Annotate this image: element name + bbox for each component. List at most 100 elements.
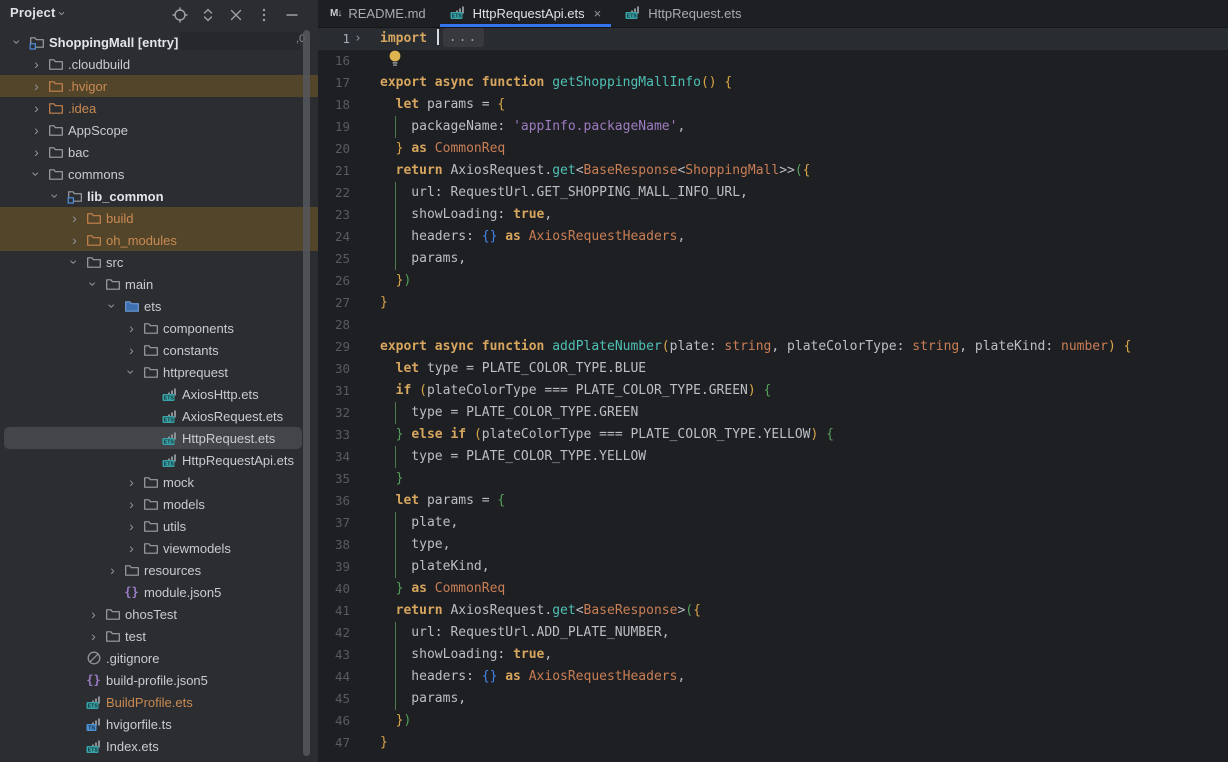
- code-line-30[interactable]: let type = PLATE_COLOR_TYPE.BLUE: [380, 358, 1228, 380]
- tree-item-httprequest-ets[interactable]: ETSHttpRequest.ets: [0, 427, 318, 449]
- code-line-29[interactable]: export async function addPlateNumber(pla…: [380, 336, 1228, 358]
- code-line-38[interactable]: type,: [380, 534, 1228, 556]
- fold-collapsed-icon[interactable]: ›: [354, 28, 374, 50]
- chevron-right-icon[interactable]: ›: [84, 603, 103, 625]
- code-line-43[interactable]: showLoading: true,: [380, 644, 1228, 666]
- code-line-37[interactable]: plate,: [380, 512, 1228, 534]
- code-line-35[interactable]: }: [380, 468, 1228, 490]
- chevron-right-icon[interactable]: ›: [27, 53, 46, 75]
- tree-item-resources[interactable]: ›resources: [0, 559, 318, 581]
- folded-region[interactable]: ...: [443, 28, 484, 47]
- project-panel-title[interactable]: Project›: [10, 5, 65, 20]
- chevron-right-icon[interactable]: ›: [27, 141, 46, 163]
- code-line-33[interactable]: } else if (plateColorType === PLATE_COLO…: [380, 424, 1228, 446]
- code-line-46[interactable]: }): [380, 710, 1228, 732]
- tree-item-ets[interactable]: ›ets: [0, 295, 318, 317]
- chevron-right-icon[interactable]: ›: [122, 493, 141, 515]
- more-options-icon[interactable]: [256, 7, 272, 23]
- tree-item-commons[interactable]: ›commons: [0, 163, 318, 185]
- tree-item-main[interactable]: ›main: [0, 273, 318, 295]
- tree-item-lib-common[interactable]: ›lib_common: [0, 185, 318, 207]
- tree-item-module-json5[interactable]: {}module.json5: [0, 581, 318, 603]
- code-content[interactable]: import ... export async function getShop…: [380, 28, 1228, 754]
- code-line-28[interactable]: [380, 314, 1228, 336]
- chevron-down-icon[interactable]: ›: [83, 275, 105, 294]
- tree-item-axiosrequest-ets[interactable]: ETSAxiosRequest.ets: [0, 405, 318, 427]
- tree-item-index-ets[interactable]: ETSIndex.ets: [0, 735, 318, 757]
- collapse-all-icon[interactable]: [228, 7, 244, 23]
- code-line-32[interactable]: type = PLATE_COLOR_TYPE.GREEN: [380, 402, 1228, 424]
- tree-item-test[interactable]: ›test: [0, 625, 318, 647]
- code-line-16[interactable]: [380, 50, 1228, 72]
- expand-all-icon[interactable]: [200, 7, 216, 23]
- chevron-down-icon[interactable]: ›: [45, 187, 67, 206]
- chevron-down-icon[interactable]: ›: [64, 253, 86, 272]
- code-line-1[interactable]: import ...: [380, 28, 1228, 50]
- tree-item-models[interactable]: ›models: [0, 493, 318, 515]
- tree-item-constants[interactable]: ›constants: [0, 339, 318, 361]
- tree-item-build-profile-json5[interactable]: {}build-profile.json5: [0, 669, 318, 691]
- tree-item-axioshttp-ets[interactable]: ETSAxiosHttp.ets: [0, 383, 318, 405]
- tree-item-shoppingmall-entry[interactable]: ›ShoppingMall [entry]: [0, 31, 318, 53]
- tree-item-components[interactable]: ›components: [0, 317, 318, 339]
- close-tab-icon[interactable]: ×: [594, 6, 602, 21]
- code-line-40[interactable]: } as CommonReq: [380, 578, 1228, 600]
- tree-item-gitignore[interactable]: .gitignore: [0, 647, 318, 669]
- code-line-39[interactable]: plateKind,: [380, 556, 1228, 578]
- chevron-right-icon[interactable]: ›: [27, 119, 46, 141]
- tree-item-buildprofile-ets[interactable]: ETSBuildProfile.ets: [0, 691, 318, 713]
- tab-readme-md[interactable]: M↓ README.md: [318, 0, 438, 27]
- code-line-27[interactable]: }: [380, 292, 1228, 314]
- code-line-19[interactable]: packageName: 'appInfo.packageName',: [380, 116, 1228, 138]
- code-line-47[interactable]: }: [380, 732, 1228, 754]
- code-line-24[interactable]: headers: {} as AxiosRequestHeaders,: [380, 226, 1228, 248]
- code-line-36[interactable]: let params = {: [380, 490, 1228, 512]
- chevron-right-icon[interactable]: ›: [103, 559, 122, 581]
- code-line-17[interactable]: export async function getShoppingMallInf…: [380, 72, 1228, 94]
- code-line-25[interactable]: params,: [380, 248, 1228, 270]
- tree-item-httprequestapi-ets[interactable]: ETSHttpRequestApi.ets: [0, 449, 318, 471]
- tree-item-utils[interactable]: ›utils: [0, 515, 318, 537]
- code-line-45[interactable]: params,: [380, 688, 1228, 710]
- tree-item-build[interactable]: ›build: [0, 207, 318, 229]
- tree-item-src[interactable]: ›src: [0, 251, 318, 273]
- code-line-42[interactable]: url: RequestUrl.ADD_PLATE_NUMBER,: [380, 622, 1228, 644]
- chevron-right-icon[interactable]: ›: [27, 75, 46, 97]
- tree-item-hvigorfile-ts[interactable]: TShvigorfile.ts: [0, 713, 318, 735]
- chevron-right-icon[interactable]: ›: [122, 339, 141, 361]
- tree-item-bac[interactable]: ›bac: [0, 141, 318, 163]
- code-line-21[interactable]: return AxiosRequest.get<BaseResponse<Sho…: [380, 160, 1228, 182]
- tree-item-appscope[interactable]: ›AppScope: [0, 119, 318, 141]
- code-line-18[interactable]: let params = {: [380, 94, 1228, 116]
- chevron-right-icon[interactable]: ›: [84, 625, 103, 647]
- chevron-right-icon[interactable]: ›: [65, 207, 84, 229]
- tree-item-httprequest[interactable]: ›httprequest: [0, 361, 318, 383]
- locate-icon[interactable]: [172, 7, 188, 23]
- code-line-20[interactable]: } as CommonReq: [380, 138, 1228, 160]
- tree-item-hvigor[interactable]: ›.hvigor: [0, 75, 318, 97]
- tree-item-idea[interactable]: ›.idea: [0, 97, 318, 119]
- chevron-right-icon[interactable]: ›: [122, 515, 141, 537]
- tree-item-ohostest[interactable]: ›ohosTest: [0, 603, 318, 625]
- chevron-right-icon[interactable]: ›: [122, 537, 141, 559]
- code-line-34[interactable]: type = PLATE_COLOR_TYPE.YELLOW: [380, 446, 1228, 468]
- project-scrollbar[interactable]: [303, 30, 310, 756]
- code-line-23[interactable]: showLoading: true,: [380, 204, 1228, 226]
- code-line-31[interactable]: if (plateColorType === PLATE_COLOR_TYPE.…: [380, 380, 1228, 402]
- chevron-down-icon[interactable]: ›: [26, 165, 48, 184]
- tree-item-mock[interactable]: ›mock: [0, 471, 318, 493]
- tree-item-cloudbuild[interactable]: ›.cloudbuild: [0, 53, 318, 75]
- chevron-down-icon[interactable]: ›: [121, 363, 143, 382]
- code-line-22[interactable]: url: RequestUrl.GET_SHOPPING_MALL_INFO_U…: [380, 182, 1228, 204]
- tab-httprequestapi-ets[interactable]: ETS HttpRequestApi.ets ×: [438, 0, 614, 27]
- hide-panel-icon[interactable]: [284, 7, 300, 23]
- tree-item-viewmodels[interactable]: ›viewmodels: [0, 537, 318, 559]
- tree-item-oh-modules[interactable]: ›oh_modules: [0, 229, 318, 251]
- code-line-44[interactable]: headers: {} as AxiosRequestHeaders,: [380, 666, 1228, 688]
- chevron-right-icon[interactable]: ›: [27, 97, 46, 119]
- code-line-26[interactable]: }): [380, 270, 1228, 292]
- chevron-down-icon[interactable]: ›: [7, 33, 29, 52]
- chevron-right-icon[interactable]: ›: [122, 317, 141, 339]
- code-line-41[interactable]: return AxiosRequest.get<BaseResponse>({: [380, 600, 1228, 622]
- chevron-right-icon[interactable]: ›: [65, 229, 84, 251]
